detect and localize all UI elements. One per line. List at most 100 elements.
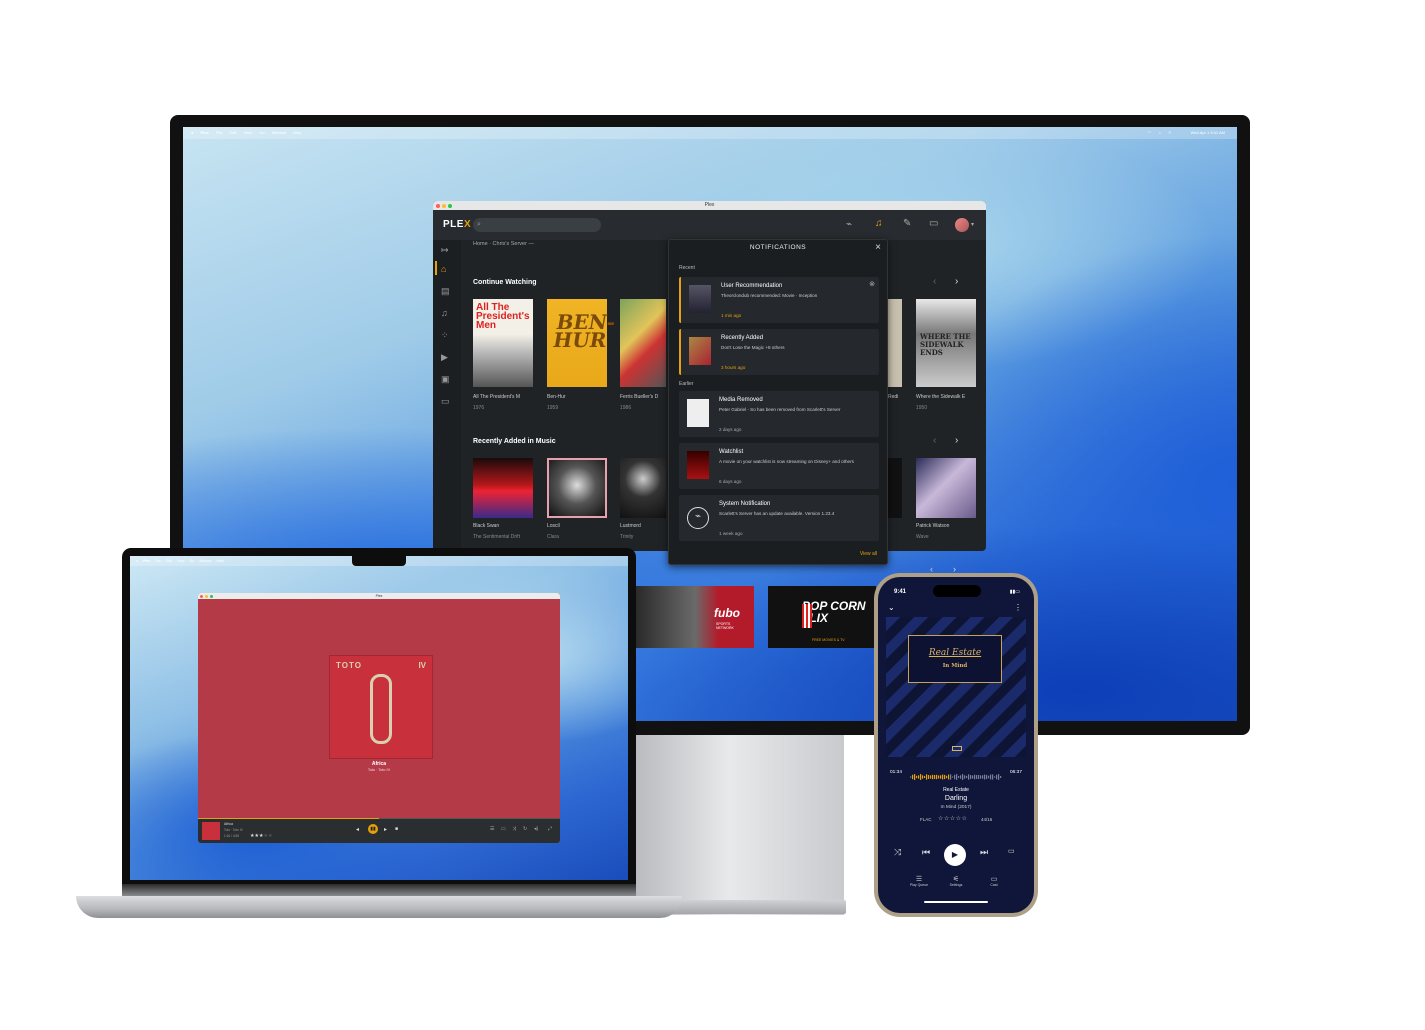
settings-wrench-icon[interactable]: ✎	[903, 219, 911, 229]
control-center-icon[interactable]: ≡	[1169, 127, 1171, 139]
scroll-left-icon[interactable]: ‹	[933, 277, 936, 287]
close-window-button[interactable]	[200, 594, 203, 598]
expand-icon[interactable]: ⤢	[548, 826, 552, 832]
shuffle-icon[interactable]: ⤨	[512, 826, 516, 832]
previous-icon[interactable]: ◂	[356, 826, 359, 833]
album-patrick-watson[interactable]	[916, 458, 976, 518]
apple-icon[interactable]: ●	[136, 559, 138, 563]
menubar-item-help[interactable]: Help	[293, 127, 301, 139]
notifications-bell-icon[interactable]: ♫	[875, 219, 883, 229]
zoom-window-button[interactable]	[448, 203, 452, 208]
rating-star[interactable]: ★	[268, 833, 272, 839]
scroll-right-icon[interactable]: ›	[955, 277, 958, 287]
video-icon[interactable]: ▶	[441, 353, 448, 362]
notification-recently-added[interactable]: Recently Added Don't Lose the Magic +8 o…	[679, 329, 879, 375]
collapse-sidebar-icon[interactable]: ↦	[441, 246, 449, 255]
cast-icon[interactable]: ▭	[1008, 847, 1015, 855]
cast-icon[interactable]: ▭	[501, 826, 506, 832]
apple-icon[interactable]: ●	[191, 127, 193, 139]
live-tv-icon[interactable]: ▣	[441, 375, 450, 384]
cast-icon[interactable]: ▭	[929, 219, 938, 229]
plex-logo[interactable]: PLEX	[443, 219, 471, 230]
zoom-window-button[interactable]	[210, 594, 213, 598]
recent-section-label: Recent	[679, 265, 695, 271]
close-window-button[interactable]	[436, 203, 440, 208]
rating-stars[interactable]: ☆☆☆☆☆	[938, 815, 967, 822]
home-indicator[interactable]	[924, 901, 988, 903]
stop-icon[interactable]: ■	[395, 826, 398, 832]
notification-time: 3 hours ago	[721, 365, 746, 370]
tab-play-queue[interactable]: ☰ Play Queue	[907, 875, 931, 887]
close-icon[interactable]: ×	[875, 242, 881, 253]
menubar-item-view[interactable]: View	[177, 559, 185, 563]
next-icon[interactable]: ▸	[384, 826, 387, 833]
menubar-item-file[interactable]: File	[216, 127, 222, 139]
menubar-clock[interactable]: Wed Apr 1 9:41 AM	[1191, 127, 1225, 139]
avatar[interactable]	[955, 218, 969, 232]
menubar-item-edit[interactable]: Edit	[166, 559, 172, 563]
volume-icon[interactable]: ◂)	[534, 826, 538, 832]
album-lustmord[interactable]	[620, 458, 666, 518]
dismiss-icon[interactable]: ⊗	[869, 280, 875, 288]
fubo-sports-tile[interactable]: fubo SPORTS NETWORK	[636, 586, 754, 648]
menubar-item-go[interactable]: Go	[259, 127, 264, 139]
notification-watchlist[interactable]: Watchlist A movie on your watchlist is n…	[679, 443, 879, 489]
more-options-icon[interactable]: ⋮	[1014, 603, 1022, 612]
elapsed-time: 01:34	[890, 770, 903, 775]
minimize-window-button[interactable]	[442, 203, 446, 208]
wifi-icon[interactable]: ◠	[1148, 127, 1152, 139]
play-button[interactable]: ▶	[944, 844, 966, 866]
poster-ben-hur[interactable]: BEN- HUR	[547, 299, 617, 387]
scroll-left-icon[interactable]: ‹	[933, 436, 936, 446]
album-loscil[interactable]	[547, 458, 607, 518]
poster-all-the-presidents-men[interactable]: All The President's Men	[473, 299, 533, 387]
notification-system[interactable]: ⌁ System Notification Scarlett's Server …	[679, 495, 879, 541]
menubar-item-window[interactable]: Window	[199, 559, 211, 563]
menubar-item-help[interactable]: Help	[217, 559, 224, 563]
popcornflix-tile[interactable]: POP CORN FLIX FREE MOVIES & TV	[768, 586, 876, 648]
chevron-down-icon[interactable]: ⌄	[888, 603, 895, 612]
waveform-bar	[986, 774, 988, 780]
view-all-link[interactable]: View all	[860, 551, 877, 557]
waveform-bar	[956, 774, 958, 780]
album-partial[interactable]	[888, 458, 902, 518]
menubar-item-file[interactable]: File	[155, 559, 161, 563]
repeat-icon[interactable]: ↻	[523, 826, 527, 832]
next-track-icon[interactable]: ⏭	[980, 847, 988, 858]
breadcrumb[interactable]: Home · Chris's Server —	[473, 241, 534, 247]
menubar-item-plex[interactable]: Plex	[143, 559, 150, 563]
menubar-item-window[interactable]: Window	[272, 127, 286, 139]
discover-icon[interactable]: ⁘	[441, 331, 449, 340]
menubar-item-plex[interactable]: Plex	[201, 127, 209, 139]
music-icon[interactable]: ♫	[441, 309, 448, 318]
laptop-base	[76, 896, 682, 918]
poster-ferris-bueller[interactable]	[620, 299, 666, 387]
poster-where-the-sidewalk-ends[interactable]: WHERE THE SIDEWALK ENDS	[916, 299, 976, 387]
previous-track-icon[interactable]: ⏮	[922, 847, 930, 858]
minimize-window-button[interactable]	[205, 594, 208, 598]
monitor-icon[interactable]: ▭	[441, 397, 450, 406]
notification-media-removed[interactable]: Media Removed Peter Gabriel - So has bee…	[679, 391, 879, 437]
player-album-thumb[interactable]	[202, 822, 220, 840]
home-icon[interactable]: ⌂	[441, 265, 446, 274]
scroll-right-icon[interactable]: ›	[955, 436, 958, 446]
waveform-scrubber[interactable]	[910, 773, 1002, 781]
album-art-toto-iv[interactable]: TOTO IV	[329, 655, 433, 759]
menubar-item-edit[interactable]: Edit	[229, 127, 236, 139]
menubar-item-go[interactable]: Go	[189, 559, 194, 563]
poster-partial[interactable]	[888, 299, 902, 387]
player-rating[interactable]: ★★★★★	[250, 833, 272, 839]
activity-icon[interactable]: ⌁	[846, 220, 852, 230]
album-black-swan[interactable]	[473, 458, 533, 518]
chevron-down-icon[interactable]: ▾	[971, 220, 974, 230]
shuffle-icon[interactable]: ⤨	[894, 847, 901, 858]
tab-settings[interactable]: ⚟ Settings	[944, 875, 968, 887]
notification-user-recommendation[interactable]: User Recommendation Theorclondub recomme…	[679, 277, 879, 323]
queue-icon[interactable]: ☰	[490, 826, 494, 832]
search-input[interactable]: ⌕	[473, 218, 601, 232]
movies-icon[interactable]: ▤	[441, 287, 450, 296]
play-pause-button[interactable]: ▮▮	[368, 824, 378, 834]
tab-cast[interactable]: ▭ Cast	[982, 875, 1006, 887]
search-icon[interactable]: ○	[1159, 127, 1161, 139]
menubar-item-view[interactable]: View	[244, 127, 253, 139]
